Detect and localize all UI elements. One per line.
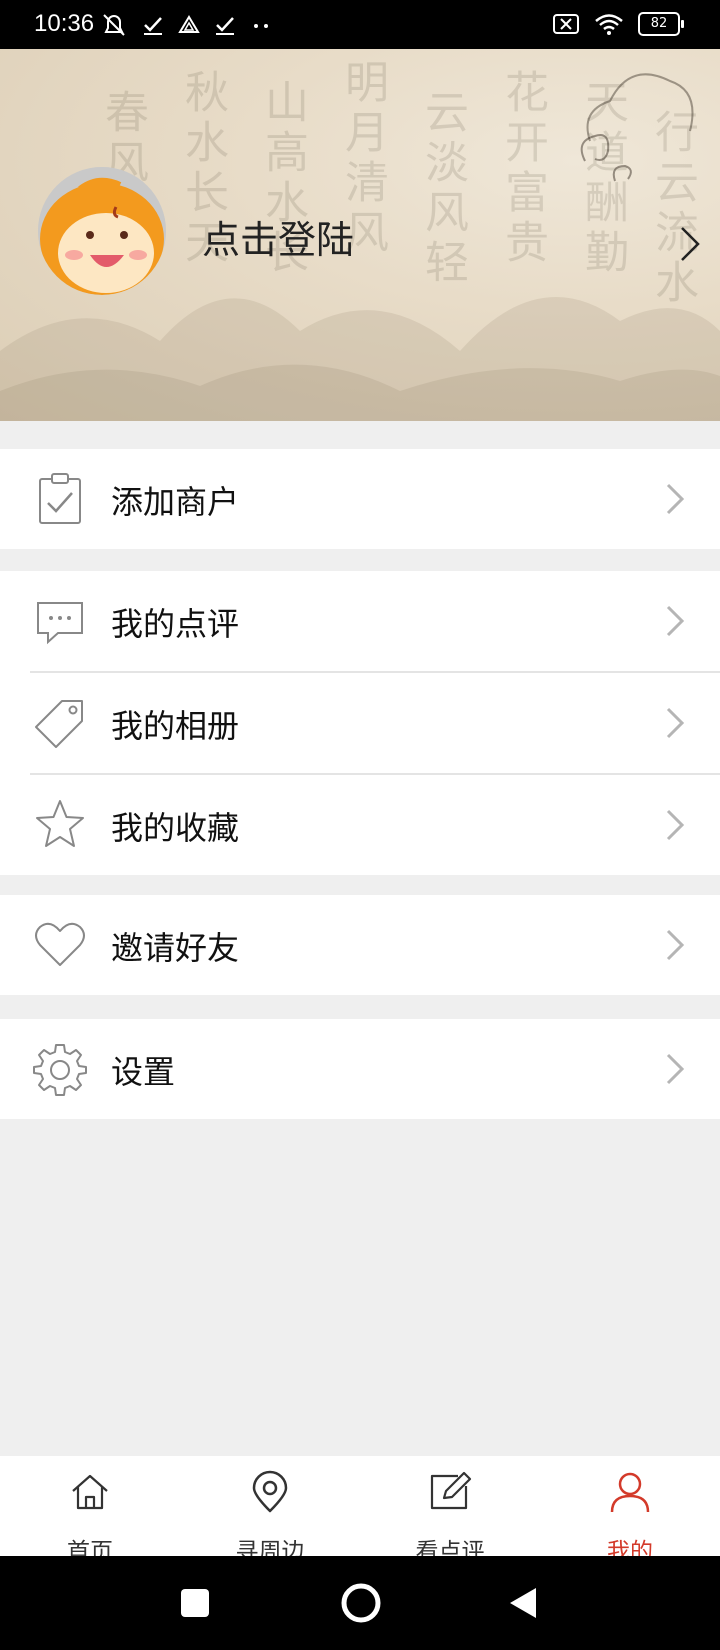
chevron-right-icon	[666, 605, 685, 637]
heart-icon	[35, 922, 85, 966]
tab-mine[interactable]: 我的	[540, 1456, 720, 1565]
menu-label: 我的收藏	[111, 809, 240, 847]
home-icon	[72, 1474, 108, 1510]
menu-item-my-album[interactable]: 我的相册	[0, 673, 720, 773]
menu-group-personal: 我的点评 我的相册 我的收藏	[0, 571, 720, 875]
drive-icon	[178, 15, 200, 33]
mute-icon	[103, 14, 125, 36]
login-prompt[interactable]: 点击登陆	[202, 209, 354, 264]
chat-bubble-icon	[37, 602, 83, 645]
check-icon	[144, 17, 162, 35]
status-bar: 10:36 82	[0, 0, 720, 49]
chevron-right-icon	[666, 1053, 685, 1085]
avatar[interactable]	[38, 167, 166, 295]
more-dots-icon	[254, 24, 268, 28]
chevron-right-icon	[666, 809, 685, 841]
menu-label: 添加商户	[111, 483, 240, 521]
menu-item-settings[interactable]: 设置	[0, 1019, 720, 1119]
cloud-ornament-icon	[580, 73, 694, 182]
home-circle-icon[interactable]	[340, 1582, 382, 1624]
tag-icon	[35, 700, 83, 748]
menu-group-invite: 邀请好友	[0, 895, 720, 995]
menu-item-my-favorites[interactable]: 我的收藏	[0, 775, 720, 875]
system-nav-bar	[0, 1556, 720, 1650]
bottom-tab-bar: 首页 寻周边 看点评 我的	[0, 1456, 720, 1565]
chevron-right-icon	[666, 929, 685, 961]
menu-label: 我的相册	[111, 707, 240, 745]
wifi-icon	[595, 14, 623, 35]
notification-icons	[100, 12, 272, 38]
no-sim-icon	[553, 14, 579, 34]
menu-item-my-reviews[interactable]: 我的点评	[0, 571, 720, 671]
tab-reviews[interactable]: 看点评	[360, 1456, 540, 1565]
menu-label: 设置	[111, 1053, 176, 1091]
chevron-right-icon	[666, 707, 685, 739]
menu-item-invite-friends[interactable]: 邀请好友	[0, 895, 720, 995]
status-time: 10:36	[34, 10, 95, 37]
menu-group-merchant: 添加商户	[0, 449, 720, 549]
menu-label: 我的点评	[111, 605, 240, 643]
battery-indicator: 82	[638, 12, 684, 36]
location-pin-icon	[252, 1470, 288, 1513]
gear-icon	[33, 1044, 87, 1096]
system-icons: 82	[552, 12, 684, 36]
tab-nearby[interactable]: 寻周边	[180, 1456, 360, 1565]
star-icon	[36, 800, 84, 847]
back-icon[interactable]	[508, 1586, 538, 1620]
clipboard-check-icon	[39, 473, 81, 524]
menu-item-add-merchant[interactable]: 添加商户	[0, 449, 720, 549]
check-icon	[216, 17, 234, 35]
cartoon-face-icon	[38, 167, 166, 295]
user-icon	[610, 1472, 650, 1513]
chevron-right-icon[interactable]	[678, 224, 702, 264]
menu-label: 邀请好友	[111, 929, 240, 967]
tab-home[interactable]: 首页	[0, 1456, 180, 1565]
menu-group-settings: 设置	[0, 1019, 720, 1119]
edit-icon	[430, 1471, 472, 1510]
recent-apps-icon[interactable]	[180, 1588, 210, 1618]
profile-header[interactable]: 春风得意 秋水长天 山高水长 明月清风 云淡风轻 花开富贵 天道酬勤 行云流水 …	[0, 49, 720, 421]
chevron-right-icon	[666, 483, 685, 515]
